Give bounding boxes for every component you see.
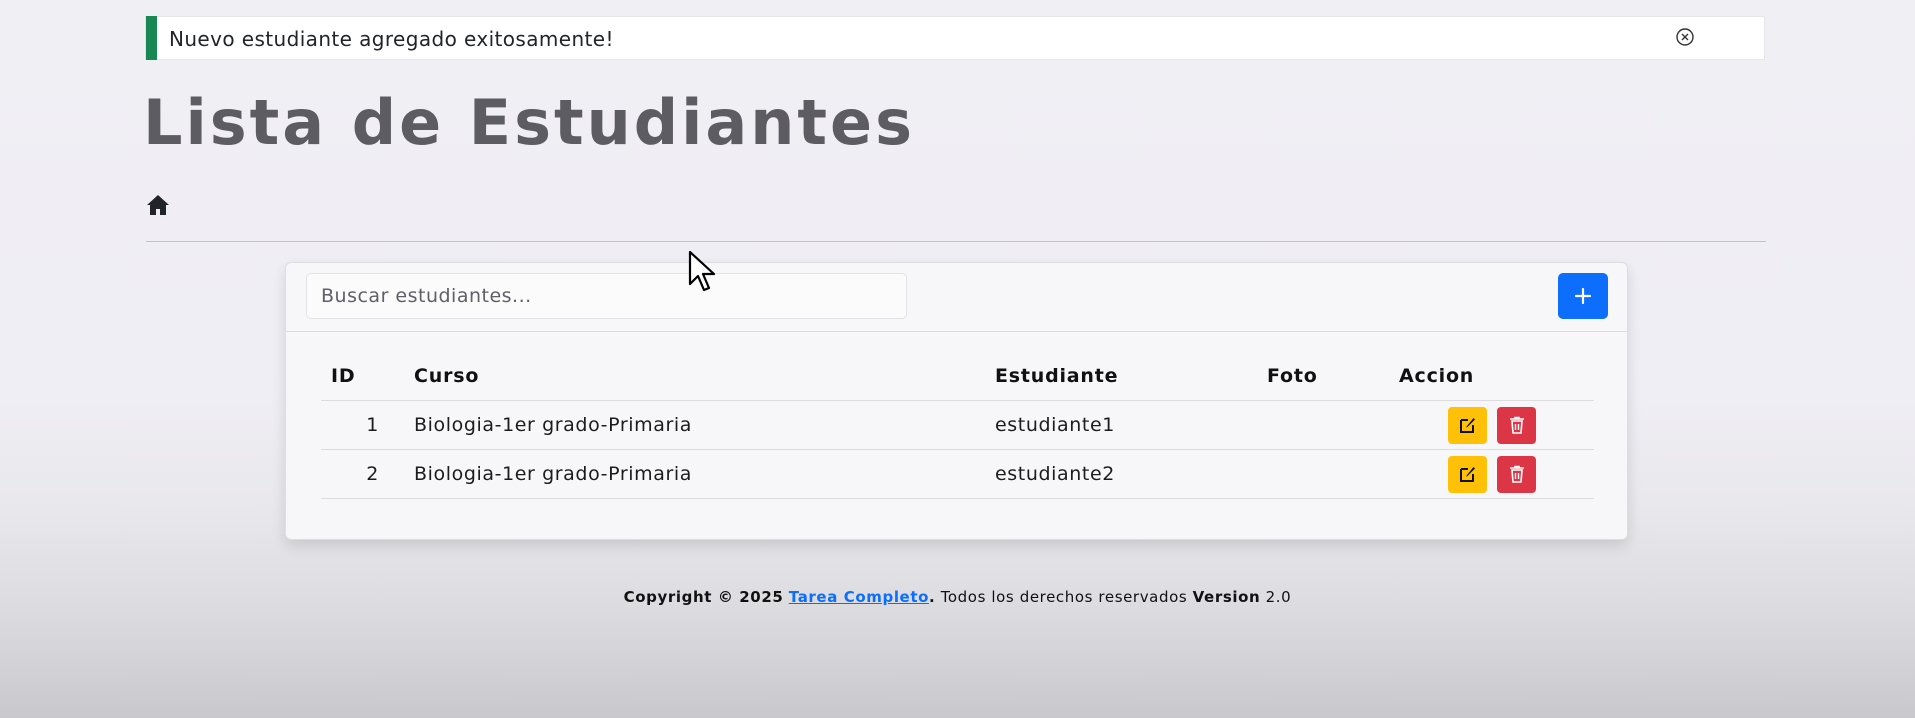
footer: Copyright © 2025 Tarea Completo. Todos l… [0,588,1915,606]
footer-link[interactable]: Tarea Completo [789,588,929,606]
edit-icon [1459,467,1475,482]
column-header-curso: Curso [404,351,985,401]
footer-rights: Todos los derechos reservados [935,588,1193,606]
search-input[interactable] [306,273,907,319]
plus-icon [1574,287,1592,305]
close-circle-icon[interactable] [1675,27,1695,47]
row-id: 1 [321,400,404,450]
table-header-row: ID Curso Estudiante Foto Accion [321,351,1594,401]
students-card: ID Curso Estudiante Foto Accion 1 Biolog… [285,262,1628,540]
row-curso: Biologia-1er grado-Primaria [404,400,985,450]
edit-icon [1459,418,1475,433]
footer-copyright: Copyright © 2025 [623,588,784,606]
page-title: Lista de Estudiantes [143,86,915,159]
trash-icon [1509,465,1524,483]
edit-button[interactable] [1448,406,1487,444]
column-header-accion: Accion [1389,351,1594,401]
edit-button[interactable] [1448,455,1487,493]
column-header-id: ID [321,351,404,401]
delete-button[interactable] [1497,406,1536,444]
column-header-foto: Foto [1257,351,1389,401]
footer-version-value: 2.0 [1265,588,1292,606]
table-row: 2 Biologia-1er grado-Primaria estudiante… [321,449,1594,499]
row-estudiante: estudiante2 [985,449,1257,499]
table-row: 1 Biologia-1er grado-Primaria estudiante… [321,400,1594,450]
card-header [286,263,1627,332]
students-table: ID Curso Estudiante Foto Accion 1 Biolog… [321,351,1594,499]
row-estudiante: estudiante1 [985,400,1257,450]
row-actions [1389,449,1594,499]
delete-button[interactable] [1497,455,1536,493]
row-foto [1257,400,1389,450]
home-icon[interactable] [146,194,170,216]
row-curso: Biologia-1er grado-Primaria [404,449,985,499]
add-student-button[interactable] [1558,273,1608,319]
alert-accent-bar [146,16,157,60]
mouse-cursor-icon [688,250,716,292]
header-divider [146,241,1766,242]
alert-message: Nuevo estudiante agregado exitosamente! [169,27,614,51]
footer-version-label: Version [1192,588,1261,606]
row-foto [1257,449,1389,499]
success-alert: Nuevo estudiante agregado exitosamente! [145,16,1765,60]
row-id: 2 [321,449,404,499]
trash-icon [1509,416,1524,434]
column-header-estudiante: Estudiante [985,351,1257,401]
row-actions [1389,400,1594,450]
